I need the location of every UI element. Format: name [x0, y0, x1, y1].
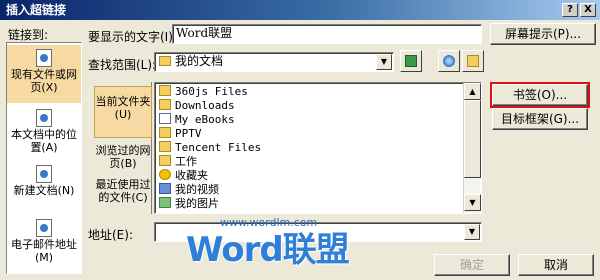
vertical-scrollbar[interactable]: ▲ ▼	[463, 83, 481, 213]
address-label: 地址(E):	[88, 228, 133, 242]
star-icon	[159, 169, 171, 180]
chevron-down-icon[interactable]: ▼	[376, 54, 392, 70]
help-button[interactable]: ?	[562, 3, 578, 17]
document-icon	[159, 113, 171, 124]
scroll-down-icon[interactable]: ▼	[464, 194, 481, 211]
chevron-down-icon[interactable]: ▼	[464, 224, 480, 240]
list-item[interactable]: Downloads	[159, 99, 235, 113]
nav-email-address[interactable]: 电子邮件地址(M)	[7, 215, 81, 273]
nav-place-in-document[interactable]: 本文档中的位置(A)	[7, 105, 81, 163]
list-item[interactable]: My eBooks	[159, 113, 235, 127]
bookmark-button[interactable]: 书签(O)...	[490, 82, 590, 108]
up-folder-icon	[405, 55, 417, 67]
tab-browsed-pages[interactable]: 浏览过的网页(B)	[94, 140, 152, 174]
new-document-icon	[36, 165, 52, 183]
look-in-label: 查找范围(L):	[88, 58, 157, 72]
nav-item-label: 新建文档(N)	[13, 184, 75, 197]
list-item[interactable]: 我的视频	[159, 183, 219, 197]
folder-icon	[159, 99, 171, 110]
ok-button[interactable]: 确定	[434, 254, 510, 276]
folder-icon	[159, 141, 171, 152]
browse-tabs: 当前文件夹(U) 浏览过的网页(B) 最近使用过的文件(C)	[94, 82, 152, 214]
list-item[interactable]: 工作	[159, 155, 197, 169]
window-title: 插入超链接	[6, 3, 67, 17]
close-button[interactable]: X	[580, 3, 596, 17]
browse-web-icon	[443, 55, 455, 67]
browse-web-button[interactable]	[438, 50, 460, 72]
nav-item-label: 现有文件或网页(X)	[11, 68, 77, 94]
list-item[interactable]: 360js Files	[159, 85, 248, 99]
look-in-combobox[interactable]: 我的文档 ▼	[154, 52, 394, 72]
display-text-label: 要显示的文字(I):	[88, 30, 177, 44]
folder-icon	[159, 127, 171, 138]
browse-file-button[interactable]	[462, 50, 484, 72]
cancel-button[interactable]: 取消	[518, 254, 594, 276]
nav-create-new-document[interactable]: 新建文档(N)	[7, 161, 81, 219]
list-item[interactable]: 我的图片	[159, 197, 219, 211]
list-item[interactable]: 收藏夹	[159, 169, 208, 183]
email-icon	[36, 219, 52, 237]
link-to-panel: 现有文件或网页(X) 本文档中的位置(A) 新建文档(N) 电子邮件地址(M)	[6, 42, 82, 274]
folder-icon	[159, 56, 171, 66]
nav-item-label: 本文档中的位置(A)	[11, 128, 77, 154]
scroll-thumb[interactable]	[464, 100, 481, 178]
look-in-value: 我的文档	[175, 54, 224, 68]
tab-recent-files[interactable]: 最近使用过的文件(C)	[94, 176, 152, 214]
screen-tip-button[interactable]: 屏幕提示(P)...	[490, 23, 596, 45]
document-place-icon	[36, 109, 52, 127]
up-folder-button[interactable]	[400, 50, 422, 72]
file-list[interactable]: 360js Files Downloads My eBooks PPTV Ten…	[154, 82, 482, 214]
scroll-up-icon[interactable]: ▲	[464, 83, 481, 100]
folder-icon	[159, 85, 171, 96]
tab-current-folder[interactable]: 当前文件夹(U)	[94, 86, 152, 138]
list-item[interactable]: PPTV	[159, 127, 202, 141]
picture-folder-icon	[159, 197, 171, 208]
web-page-icon	[36, 49, 52, 67]
title-bar: 插入超链接	[0, 0, 600, 20]
nav-existing-file-or-web-page[interactable]: 现有文件或网页(X)	[7, 45, 81, 103]
address-combobox[interactable]: ▼	[154, 222, 482, 242]
display-text-input[interactable]: Word联盟	[172, 24, 482, 44]
target-frame-button[interactable]: 目标框架(G)...	[492, 108, 588, 130]
browse-file-icon	[467, 55, 479, 67]
video-folder-icon	[159, 183, 171, 194]
nav-item-label: 电子邮件地址(M)	[11, 238, 77, 264]
list-item[interactable]: Tencent Files	[159, 141, 261, 155]
link-to-label: 链接到:	[8, 28, 49, 42]
folder-icon	[159, 155, 171, 166]
